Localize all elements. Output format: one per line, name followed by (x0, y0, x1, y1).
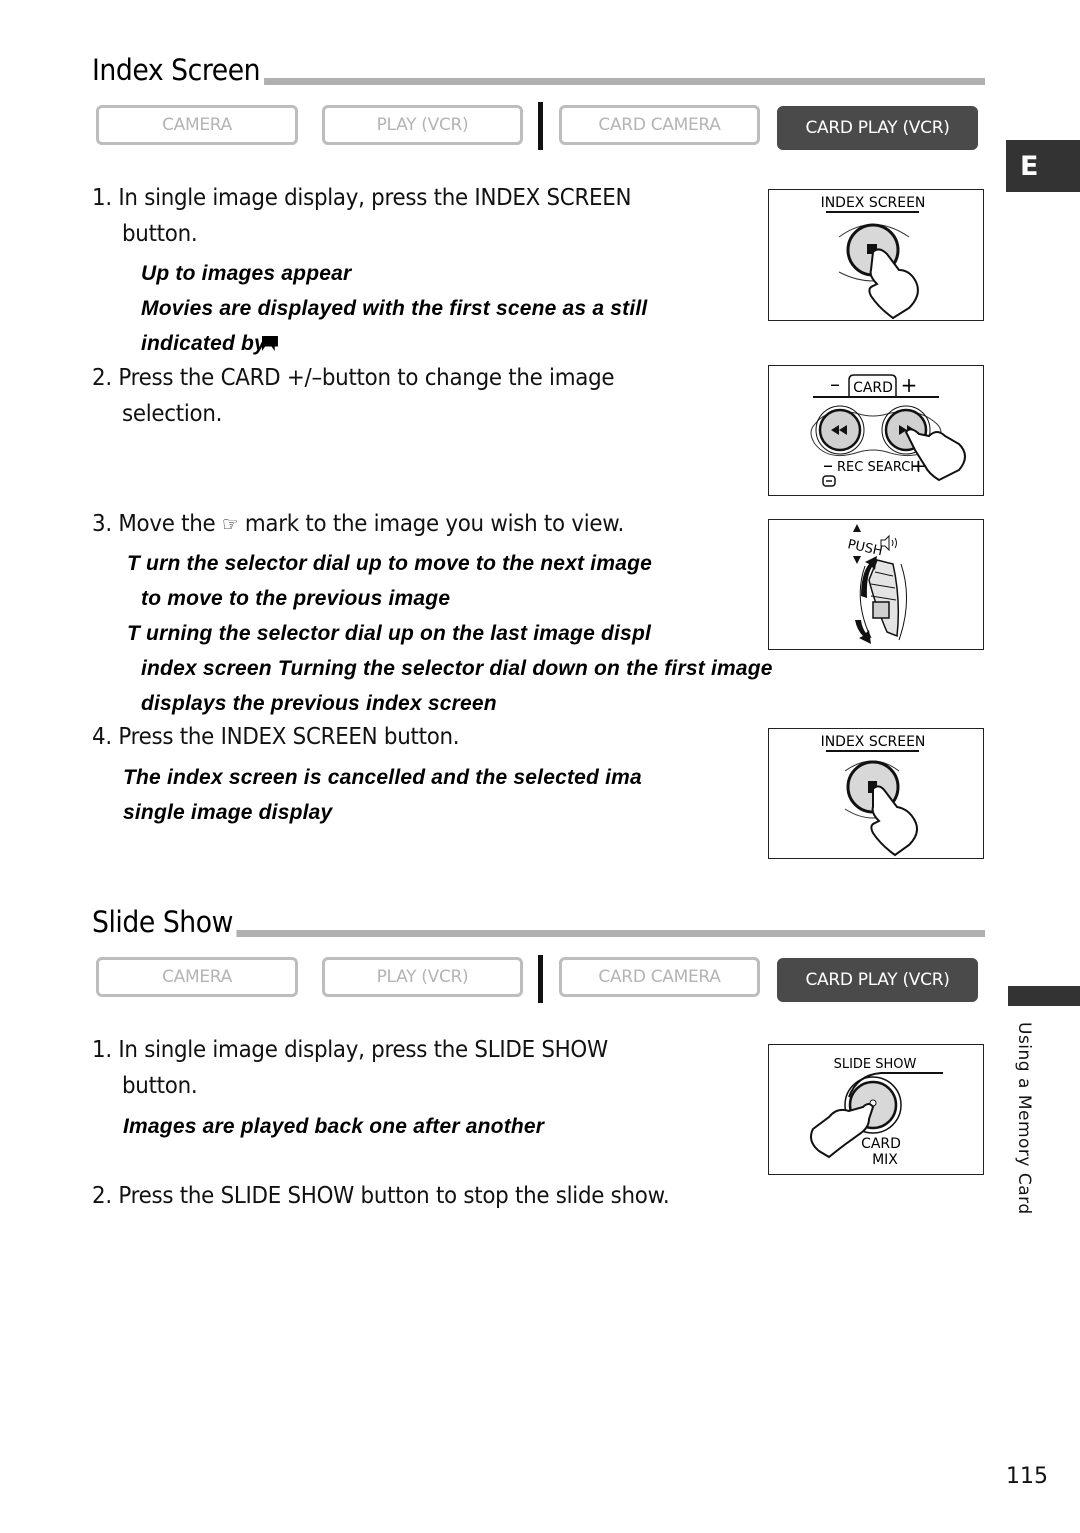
mode-camera: CAMERA (96, 105, 298, 145)
figure-index-screen-button-2: INDEX SCREEN (768, 728, 984, 859)
card-plus-label: + (901, 373, 918, 397)
step-1-note-3-text: indicated by (141, 332, 266, 355)
page-number: 115 (1006, 1464, 1048, 1489)
index-screen-label-2: INDEX SCREEN (821, 734, 926, 750)
step-2-text: 2. Press the CARD +/–button to change th… (92, 365, 615, 391)
section-title-index-screen: Index Screen (92, 56, 264, 85)
rec-search-label: REC SEARCH (837, 460, 920, 475)
chapter-label: Using a Memory Card (1014, 1022, 1034, 1215)
step-4-text: 4. Press the INDEX SCREEN button. (92, 724, 460, 750)
figure-card-plus-minus-buttons: – CARD + – REC SEARCH + (768, 365, 984, 496)
card-buttons-illustration: – CARD + – REC SEARCH + (810, 372, 966, 487)
language-tab: E (1006, 140, 1080, 192)
step-1-note-2: Movies are displayed with the first scen… (141, 297, 648, 320)
step-3-note-1: T urn the selector dial up to move to th… (127, 552, 652, 575)
rec-search-minus: – (823, 453, 833, 477)
figure-slide-show-button: SLIDE SHOW CARD MIX (768, 1044, 984, 1175)
selector-dial-illustration: PUSH (846, 524, 908, 644)
mode-card-play-vcr-active: CARD PLAY (VCR) (777, 958, 978, 1002)
step-3-text-post: mark to the image you wish to view. (244, 511, 625, 537)
index-screen-button-illustration: INDEX SCREEN (821, 195, 926, 320)
mode-separator (538, 102, 543, 150)
card-mix-label-line2: MIX (872, 1152, 898, 1168)
mode-card-play-vcr-active: CARD PLAY (VCR) (777, 106, 978, 150)
step-1-note-3: indicated by (141, 326, 278, 361)
mode-camera: CAMERA (96, 957, 298, 997)
rec-search-plus: + (911, 456, 926, 477)
mode-card-camera: CARD CAMERA (559, 957, 760, 997)
index-screen-button-illustration-2: INDEX SCREEN (821, 734, 926, 857)
arrow-down-icon (855, 620, 871, 644)
step-3-text: 3. Move the ☞ mark to the image you wish… (92, 506, 624, 542)
step-4-note-2: single image display (123, 801, 333, 824)
slide-show-button-illustration: SLIDE SHOW CARD MIX (810, 1057, 943, 1168)
step-3-note-5: displays the previous index screen (141, 692, 497, 715)
step-1-note-1: Up to images appear (141, 262, 352, 285)
slideshow-step-1-note: Images are played back one after another (123, 1115, 545, 1138)
slide-show-label: SLIDE SHOW (834, 1057, 917, 1072)
step-3-note-2: to move to the previous image (141, 587, 451, 610)
step-3-note-4: index screen Turning the selector dial d… (141, 657, 773, 680)
pointing-hand-mark-icon: ☞ (221, 512, 239, 536)
slideshow-step-1-text: 1. In single image display, press the SL… (92, 1037, 608, 1063)
card-mix-label-line1: CARD (861, 1136, 901, 1152)
step-2-text-cont: selection. (122, 401, 223, 427)
figure-index-screen-button: INDEX SCREEN (768, 189, 984, 321)
step-3-text-pre: 3. Move the (92, 511, 216, 537)
push-label: PUSH (846, 537, 884, 559)
index-screen-label: INDEX SCREEN (821, 195, 926, 211)
figure-selector-dial: PUSH (768, 519, 984, 650)
step-4-note-1: The index screen is cancelled and the se… (123, 766, 642, 789)
mode-play-vcr: PLAY (VCR) (322, 957, 523, 997)
step-1-text: 1. In single image display, press the IN… (92, 185, 632, 211)
mode-separator (538, 955, 543, 1003)
slideshow-step-1-text-cont: button. (122, 1073, 198, 1099)
slideshow-step-2-text: 2. Press the SLIDE SHOW button to stop t… (92, 1183, 670, 1209)
card-label: CARD (853, 380, 893, 396)
step-1-text-cont: button. (122, 221, 198, 247)
card-minus-label: – (830, 372, 840, 396)
step-3-note-3: T urning the selector dial up on the las… (127, 622, 652, 645)
mode-play-vcr: PLAY (VCR) (322, 105, 523, 145)
mode-card-camera: CARD CAMERA (559, 105, 760, 145)
section-title-slide-show: Slide Show (92, 908, 237, 937)
chapter-tab-marker (1008, 986, 1080, 1006)
